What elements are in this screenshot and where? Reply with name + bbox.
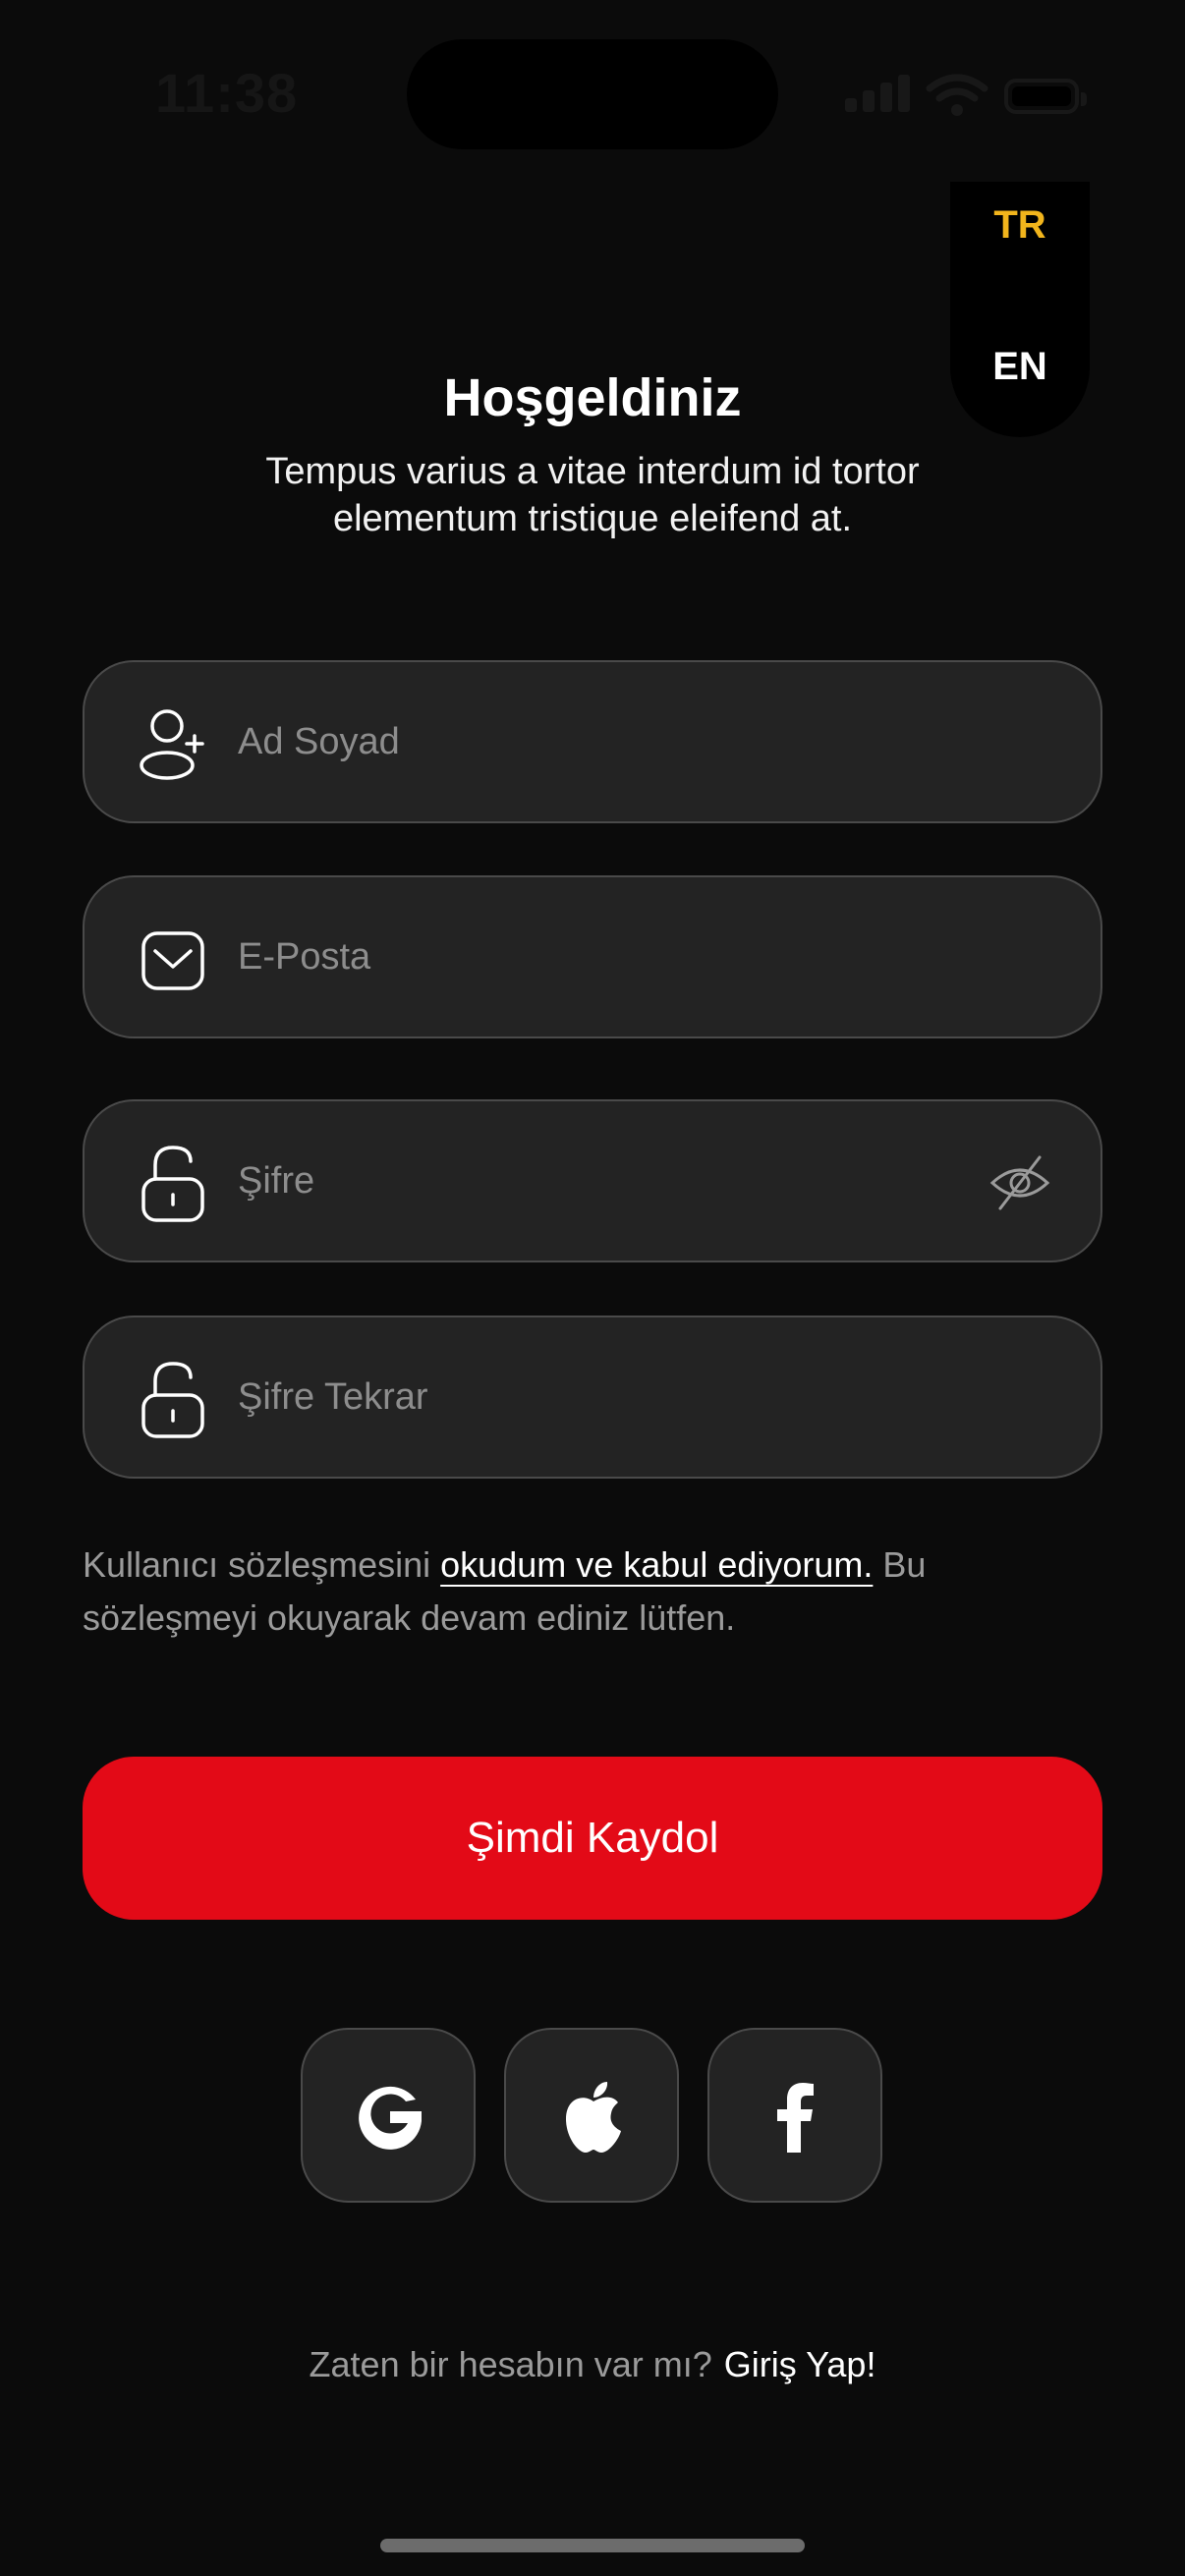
password-input[interactable]: [238, 1101, 1004, 1260]
facebook-login-button[interactable]: [707, 2028, 882, 2203]
page-title: Hoşgeldiniz: [443, 368, 742, 427]
lock-icon: [141, 1362, 204, 1438]
signup-button[interactable]: Şimdi Kaydol: [83, 1757, 1102, 1920]
password-repeat-input[interactable]: [238, 1317, 1004, 1477]
lock-icon: [141, 1146, 204, 1222]
email-input[interactable]: [238, 877, 1004, 1036]
language-option-tr[interactable]: TR: [950, 203, 1090, 248]
login-prompt-text: Zaten bir hesabın var mı?: [309, 2344, 712, 2384]
home-indicator[interactable]: [380, 2539, 805, 2552]
terms-link[interactable]: okudum ve kabul ediyorum.: [440, 1544, 873, 1585]
login-link[interactable]: Giriş Yap!: [724, 2344, 876, 2384]
terms-text: Kullanıcı sözleşmesini okudum ve kabul e…: [83, 1539, 1104, 1645]
email-field[interactable]: [83, 875, 1102, 1038]
dynamic-island: [407, 39, 778, 149]
password-field[interactable]: [83, 1099, 1102, 1262]
terms-prefix: Kullanıcı sözleşmesini: [83, 1544, 441, 1585]
apple-icon: [566, 2082, 621, 2153]
login-prompt: Zaten bir hesabın var mı? Giriş Yap!: [0, 2344, 1185, 2385]
google-icon: [359, 2086, 422, 2150]
google-login-button[interactable]: [301, 2028, 476, 2203]
page-subtitle: Tempus varius a vitae interdum id tortor…: [265, 451, 920, 539]
eye-off-icon[interactable]: [988, 1151, 1051, 1214]
facebook-icon: [777, 2083, 814, 2153]
name-input[interactable]: [238, 662, 1004, 821]
add-user-icon: [140, 709, 204, 780]
mail-icon: [141, 931, 204, 990]
password-repeat-field[interactable]: [83, 1316, 1102, 1479]
name-field[interactable]: [83, 660, 1102, 823]
status-icons: [845, 71, 1087, 122]
status-time: 11:38: [155, 62, 299, 124]
apple-login-button[interactable]: [504, 2028, 679, 2203]
battery-icon: [1004, 79, 1087, 114]
wifi-icon: [926, 74, 988, 116]
